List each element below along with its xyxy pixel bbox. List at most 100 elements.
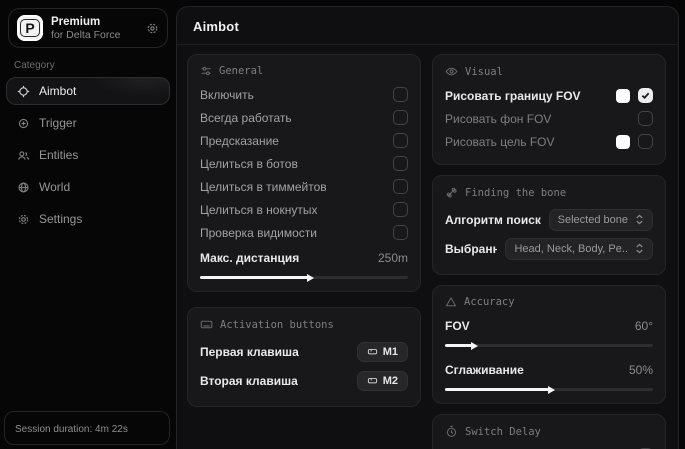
- section-title: Accuracy: [464, 296, 515, 308]
- entities-icon: [17, 149, 30, 162]
- checkbox[interactable]: [393, 179, 408, 194]
- keybind-row: Вторая клавиша M2: [200, 367, 408, 394]
- max-distance-slider[interactable]: [200, 276, 408, 279]
- dropdown-row: Алгоритм поиска кост Selected bone: [445, 206, 653, 233]
- main-header: Aimbot: [177, 7, 678, 45]
- visual-row: Рисовать фон FOV: [445, 108, 653, 129]
- section-title: General: [219, 65, 263, 77]
- timer-icon: [445, 425, 458, 438]
- gear-icon: [17, 213, 30, 226]
- fov-slider-block: FOV 60°: [445, 315, 653, 347]
- slider-label: FOV: [445, 319, 470, 333]
- chevron-up-down-icon: [635, 243, 644, 254]
- session-duration: Session duration: 4m 22s: [4, 411, 170, 445]
- section-title: Finding the bone: [465, 187, 566, 199]
- toggle-row: Целиться в ботов: [200, 153, 408, 174]
- card-switch-delay: Switch Delay Задержка переключения Задер…: [432, 414, 666, 449]
- visual-row: Рисовать цель FOV: [445, 131, 653, 152]
- toggle-label: Проверка видимости: [200, 226, 317, 240]
- section-title: Visual: [465, 66, 503, 78]
- bone-algorithm-select[interactable]: Selected bone: [549, 209, 653, 231]
- color-swatch[interactable]: [616, 135, 630, 149]
- sidebar-item-label: Aimbot: [39, 84, 76, 98]
- toggle-row: Задержка переключения: [445, 445, 653, 449]
- keybind-value: M2: [383, 375, 398, 387]
- app-window: P Premium for Delta Force Category Aimbo…: [0, 0, 685, 449]
- max-distance-slider-block: Макс. дистанция 250m: [200, 247, 408, 279]
- sidebar-item-label: Settings: [39, 212, 82, 226]
- brand-logo: P: [17, 15, 43, 41]
- mouse-icon: [367, 346, 378, 357]
- sidebar-item-world[interactable]: World: [6, 173, 170, 201]
- checkbox[interactable]: [638, 111, 653, 126]
- checkbox[interactable]: [393, 202, 408, 217]
- sidebar-item-label: Trigger: [39, 116, 77, 130]
- visual-row: Рисовать границу FOV: [445, 85, 653, 106]
- content: General Включить Всегда работать Предска…: [177, 45, 678, 449]
- keybind-value: M1: [383, 346, 398, 358]
- card-activation-buttons: Activation buttons Первая клавиша M1 Вто…: [187, 307, 421, 407]
- smoothing-slider-block: Сглаживание 50%: [445, 359, 653, 391]
- slider-label: Макс. дистанция: [200, 251, 299, 265]
- keybind-button-m2[interactable]: M2: [357, 371, 408, 391]
- brand-card: P Premium for Delta Force: [8, 8, 168, 48]
- sidebar-nav: Aimbot Trigger Entities: [6, 77, 170, 233]
- gear-icon[interactable]: [146, 22, 159, 35]
- globe-icon: [17, 181, 30, 194]
- slider-fill[interactable]: [200, 276, 308, 279]
- dropdown-label: Выбранные кос: [445, 242, 497, 256]
- sidebar-item-settings[interactable]: Settings: [6, 205, 170, 233]
- keybind-label: Первая клавиша: [200, 345, 299, 359]
- checkbox[interactable]: [638, 88, 653, 103]
- mouse-icon: [367, 375, 378, 386]
- slider-value: 50%: [629, 363, 653, 377]
- sidebar-item-label: World: [39, 180, 70, 194]
- checkbox[interactable]: [393, 225, 408, 240]
- sidebar-item-entities[interactable]: Entities: [6, 141, 170, 169]
- left-column: General Включить Всегда работать Предска…: [187, 54, 421, 407]
- keybind-row: Первая клавиша M1: [200, 338, 408, 365]
- visual-label: Рисовать границу FOV: [445, 89, 581, 103]
- section-title: Activation buttons: [220, 319, 334, 331]
- slider-fill[interactable]: [445, 344, 472, 347]
- visual-label: Рисовать фон FOV: [445, 112, 551, 126]
- sidebar-item-trigger[interactable]: Trigger: [6, 109, 170, 137]
- toggle-label: Предсказание: [200, 134, 279, 148]
- checkbox[interactable]: [393, 133, 408, 148]
- page-title: Aimbot: [193, 19, 662, 34]
- color-swatch[interactable]: [616, 89, 630, 103]
- card-accuracy: Accuracy FOV 60° Сглаживание: [432, 285, 666, 404]
- sidebar-item-label: Entities: [39, 148, 78, 162]
- checkbox[interactable]: [393, 156, 408, 171]
- dropdown-label: Алгоритм поиска кост: [445, 213, 541, 227]
- eye-icon: [445, 65, 458, 78]
- brand-subtitle: for Delta Force: [51, 29, 138, 41]
- sidebar-item-aimbot[interactable]: Aimbot: [6, 77, 170, 105]
- fov-slider[interactable]: [445, 344, 653, 347]
- toggle-label: Целиться в тиммейтов: [200, 180, 327, 194]
- toggle-row: Включить: [200, 84, 408, 105]
- checkbox[interactable]: [393, 110, 408, 125]
- slider-value: 250m: [378, 251, 408, 265]
- checkbox[interactable]: [638, 134, 653, 149]
- right-column: Visual Рисовать границу FOV Рисовать фон…: [432, 54, 666, 449]
- card-visual: Visual Рисовать границу FOV Рисовать фон…: [432, 54, 666, 165]
- slider-label: Сглаживание: [445, 363, 524, 377]
- slider-fill[interactable]: [445, 388, 549, 391]
- toggle-row: Предсказание: [200, 130, 408, 151]
- checkbox[interactable]: [393, 87, 408, 102]
- sliders-icon: [200, 65, 212, 77]
- triangle-icon: [445, 296, 457, 308]
- toggle-row: Целиться в нокнутых: [200, 199, 408, 220]
- trigger-icon: [17, 117, 30, 130]
- category-label: Category: [14, 60, 162, 71]
- sidebar: P Premium for Delta Force Category Aimbo…: [0, 0, 176, 449]
- card-general: General Включить Всегда работать Предска…: [187, 54, 421, 292]
- toggle-row: Проверка видимости: [200, 222, 408, 243]
- smoothing-slider[interactable]: [445, 388, 653, 391]
- keybind-button-m1[interactable]: M1: [357, 342, 408, 362]
- chevron-up-down-icon: [635, 214, 644, 225]
- card-finding-bone: Finding the bone Алгоритм поиска кост Se…: [432, 175, 666, 275]
- main-panel: Aimbot General Включить Всегда работать …: [176, 6, 679, 449]
- selected-bones-select[interactable]: Head, Neck, Body, Pe..: [505, 238, 653, 260]
